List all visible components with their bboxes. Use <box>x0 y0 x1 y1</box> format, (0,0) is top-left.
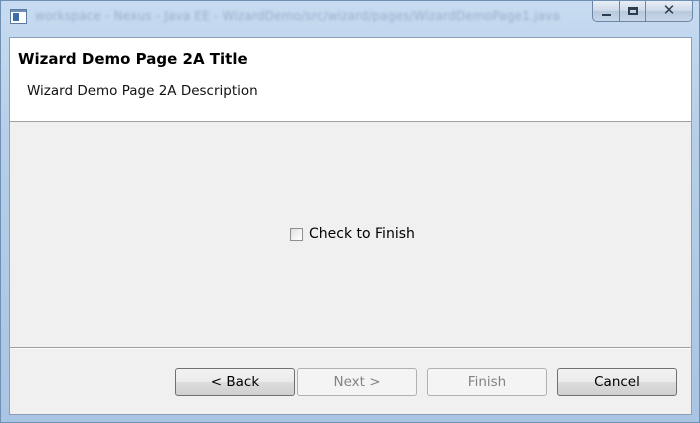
caption-buttons: ✕ <box>592 1 693 23</box>
finish-checkbox-label[interactable]: Check to Finish <box>309 226 415 242</box>
wizard-client-area: Wizard Demo Page 2A Title Wizard Demo Pa… <box>9 37 692 415</box>
wizard-header: Wizard Demo Page 2A Title Wizard Demo Pa… <box>10 38 691 122</box>
maximize-button[interactable] <box>620 1 646 22</box>
page-title: Wizard Demo Page 2A Title <box>18 50 248 68</box>
title-bar[interactable]: workspace - Nexus - Java EE - WizardDemo… <box>1 1 699 35</box>
wizard-page-content: Check to Finish <box>10 122 691 348</box>
finish-checkbox[interactable] <box>290 227 303 241</box>
app-window-icon[interactable] <box>10 9 27 24</box>
window-title: workspace - Nexus - Java EE - WizardDemo… <box>35 9 561 23</box>
minimize-button[interactable] <box>592 1 620 22</box>
button-bar-separator <box>10 347 691 349</box>
app-icon-pane <box>13 13 19 21</box>
app-icon-bar <box>11 10 26 12</box>
page-description: Wizard Demo Page 2A Description <box>27 83 258 99</box>
back-button[interactable]: < Back <box>175 368 295 396</box>
next-button[interactable]: Next > <box>297 368 417 396</box>
minimize-icon <box>601 13 611 16</box>
finish-button[interactable]: Finish <box>427 368 547 396</box>
wizard-window: workspace - Nexus - Java EE - WizardDemo… <box>0 0 700 423</box>
finish-checkbox-row[interactable]: Check to Finish <box>290 226 415 242</box>
close-icon: ✕ <box>662 1 676 19</box>
cancel-button[interactable]: Cancel <box>557 368 677 396</box>
maximize-icon <box>627 7 638 15</box>
close-button[interactable]: ✕ <box>646 1 693 22</box>
